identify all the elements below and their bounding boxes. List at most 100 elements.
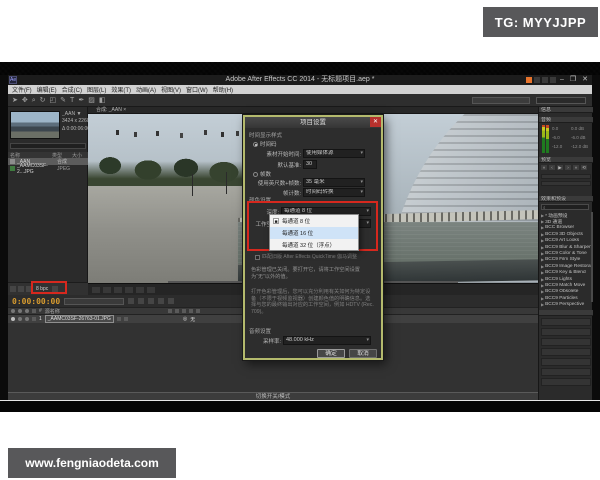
footage-start-dropdown[interactable]: 使用媒体源▾	[303, 149, 365, 158]
draft-3d-icon[interactable]	[138, 298, 144, 304]
close-button[interactable]: ✕	[580, 76, 590, 84]
preview-option-row[interactable]	[541, 174, 591, 179]
menu-window[interactable]: 窗口(W)	[186, 85, 208, 94]
search-help-input[interactable]	[472, 97, 530, 104]
menu-edit[interactable]: 编辑(E)	[37, 85, 57, 94]
timecode-radio-row[interactable]: 时间码	[253, 140, 277, 148]
control-row[interactable]	[541, 348, 591, 356]
hide-shy-layers-icon[interactable]	[148, 298, 154, 304]
toggle-switches-modes-bar[interactable]: 切换开关/模式	[8, 392, 538, 400]
pen-tool-icon[interactable]: ✒	[78, 95, 84, 106]
minimize-button[interactable]: –	[558, 76, 566, 84]
zoom-tool-icon[interactable]: ⌕	[32, 95, 36, 106]
effects-category[interactable]: ▶BCC9 Match Move	[539, 282, 591, 288]
parent-pickwhip-icon[interactable]: ◎	[183, 316, 187, 322]
control-row[interactable]	[541, 378, 591, 386]
cancel-button[interactable]: 取消	[349, 349, 377, 358]
layer-audio-icon[interactable]	[18, 317, 22, 321]
new-folder-icon[interactable]	[18, 286, 24, 292]
pan-behind-tool-icon[interactable]: ✎	[60, 95, 66, 106]
control-row[interactable]	[541, 358, 591, 366]
timecode-radio[interactable]	[253, 142, 258, 147]
depth-option-32bpc[interactable]: 每通道 32 位（浮点）	[270, 239, 358, 251]
dialog-close-button[interactable]: ✕	[370, 117, 381, 127]
channel-icon[interactable]	[147, 287, 155, 293]
frame-blending-icon[interactable]	[158, 298, 164, 304]
control-row[interactable]	[541, 338, 591, 346]
quality-switch-icon[interactable]	[182, 309, 186, 313]
menu-composition[interactable]: 合成(C)	[62, 85, 82, 94]
feet-frames-dropdown[interactable]: 35 毫米▾	[303, 178, 365, 187]
project-row-footage[interactable]: _AAMC03SF-2...JPG JPEG	[8, 165, 88, 172]
camera-tool-icon[interactable]: ◰	[50, 95, 57, 106]
first-frame-button[interactable]: «	[541, 165, 547, 170]
cc-sync-icon[interactable]	[526, 77, 532, 83]
interpret-footage-icon[interactable]	[10, 286, 16, 292]
next-frame-button[interactable]: ›	[565, 165, 571, 170]
workspace-dropdown[interactable]	[536, 97, 586, 104]
last-frame-button[interactable]: »	[573, 165, 579, 170]
clone-stamp-tool-icon[interactable]: ◧	[99, 95, 106, 106]
motion-blur-switch-icon[interactable]	[196, 309, 200, 313]
layer-solo-icon[interactable]	[25, 317, 29, 321]
current-timecode[interactable]: 0:00:00:00	[12, 297, 60, 306]
motion-blur-icon[interactable]	[168, 298, 174, 304]
effects-search-input[interactable]: ⌕	[541, 204, 589, 210]
control-row[interactable]	[541, 328, 591, 336]
bottom-right-panel-header[interactable]	[539, 310, 593, 316]
audio-speaker-icon[interactable]	[18, 309, 22, 313]
sample-rate-dropdown[interactable]: 48.000 kHz▾	[283, 336, 371, 345]
layer-source-name[interactable]: _AAMC03SF-26763-01.JPG	[45, 315, 114, 323]
layer-video-eye-icon[interactable]	[11, 317, 15, 321]
menu-help[interactable]: 帮助(H)	[213, 85, 233, 94]
menu-file[interactable]: 文件(F)	[12, 85, 32, 94]
menu-layer[interactable]: 图层(L)	[87, 85, 106, 94]
legacy-gamma-checkbox[interactable]	[255, 255, 260, 260]
timecode-field[interactable]	[125, 287, 133, 293]
default-base-field[interactable]: 30	[303, 160, 317, 169]
composition-tab[interactable]: 合成: _AAN ×	[88, 107, 538, 114]
hand-tool-icon[interactable]: ✥	[22, 95, 28, 106]
frames-radio-row[interactable]: 帧数	[253, 170, 271, 178]
rotate-tool-icon[interactable]: ↻	[40, 95, 46, 106]
effects-panel-header[interactable]: 效果和预设	[539, 196, 593, 202]
titlebar-icon[interactable]	[550, 77, 556, 83]
ok-button[interactable]: 确定	[317, 349, 345, 358]
effects-scrollbar[interactable]	[591, 212, 593, 302]
layer-parent-dropdown[interactable]: 无	[190, 316, 195, 323]
ram-preview-button[interactable]: ⟲	[581, 165, 587, 170]
info-panel-header[interactable]: 信息	[539, 107, 593, 113]
legacy-gamma-row[interactable]: 匹配旧版 After Effects QuickTime 伽马调整	[255, 255, 374, 261]
preview-option-row[interactable]	[541, 181, 591, 186]
titlebar-icon[interactable]	[534, 77, 540, 83]
effects-category[interactable]: ▶BCC9 Blur & Sharpen	[539, 244, 591, 250]
selection-tool-icon[interactable]: ➤	[12, 95, 18, 106]
effects-category[interactable]: ▶BCC9 Key & Blend	[539, 270, 591, 276]
control-row[interactable]	[541, 368, 591, 376]
region-of-interest-icon[interactable]	[114, 287, 122, 293]
effects-category[interactable]: ▶BCC9 Image Restoration	[539, 263, 591, 269]
audio-panel-header[interactable]: 音频	[539, 117, 593, 123]
play-button[interactable]: ▶	[557, 165, 563, 170]
effects-category[interactable]: ▶BCC9 Color & Tone	[539, 250, 591, 256]
frames-radio[interactable]	[253, 172, 258, 177]
menu-animation[interactable]: 动画(A)	[136, 85, 156, 94]
effects-category[interactable]: ▶BCC9 Perspective	[539, 301, 591, 307]
column-source-name[interactable]: 源名称	[45, 308, 165, 315]
control-row[interactable]	[541, 318, 591, 326]
titlebar-icon[interactable]	[542, 77, 548, 83]
lock-icon[interactable]	[32, 309, 36, 313]
brush-tool-icon[interactable]: ▨	[88, 95, 95, 106]
project-bit-depth-button[interactable]: 8 bpc	[34, 285, 50, 293]
effects-switch-icon[interactable]	[189, 309, 193, 313]
layer-effects-switch[interactable]	[124, 317, 128, 321]
menu-view[interactable]: 视图(V)	[161, 85, 181, 94]
text-tool-icon[interactable]: T	[70, 95, 74, 106]
collapse-switch-icon[interactable]	[175, 309, 179, 313]
grid-guides-icon[interactable]	[103, 287, 111, 293]
menu-effect[interactable]: 效果(T)	[111, 85, 131, 94]
previous-frame-button[interactable]: ‹	[549, 165, 555, 170]
timeline-search-input[interactable]	[64, 298, 124, 305]
column-layer-number[interactable]: #	[39, 308, 42, 314]
video-eye-icon[interactable]	[11, 309, 15, 313]
